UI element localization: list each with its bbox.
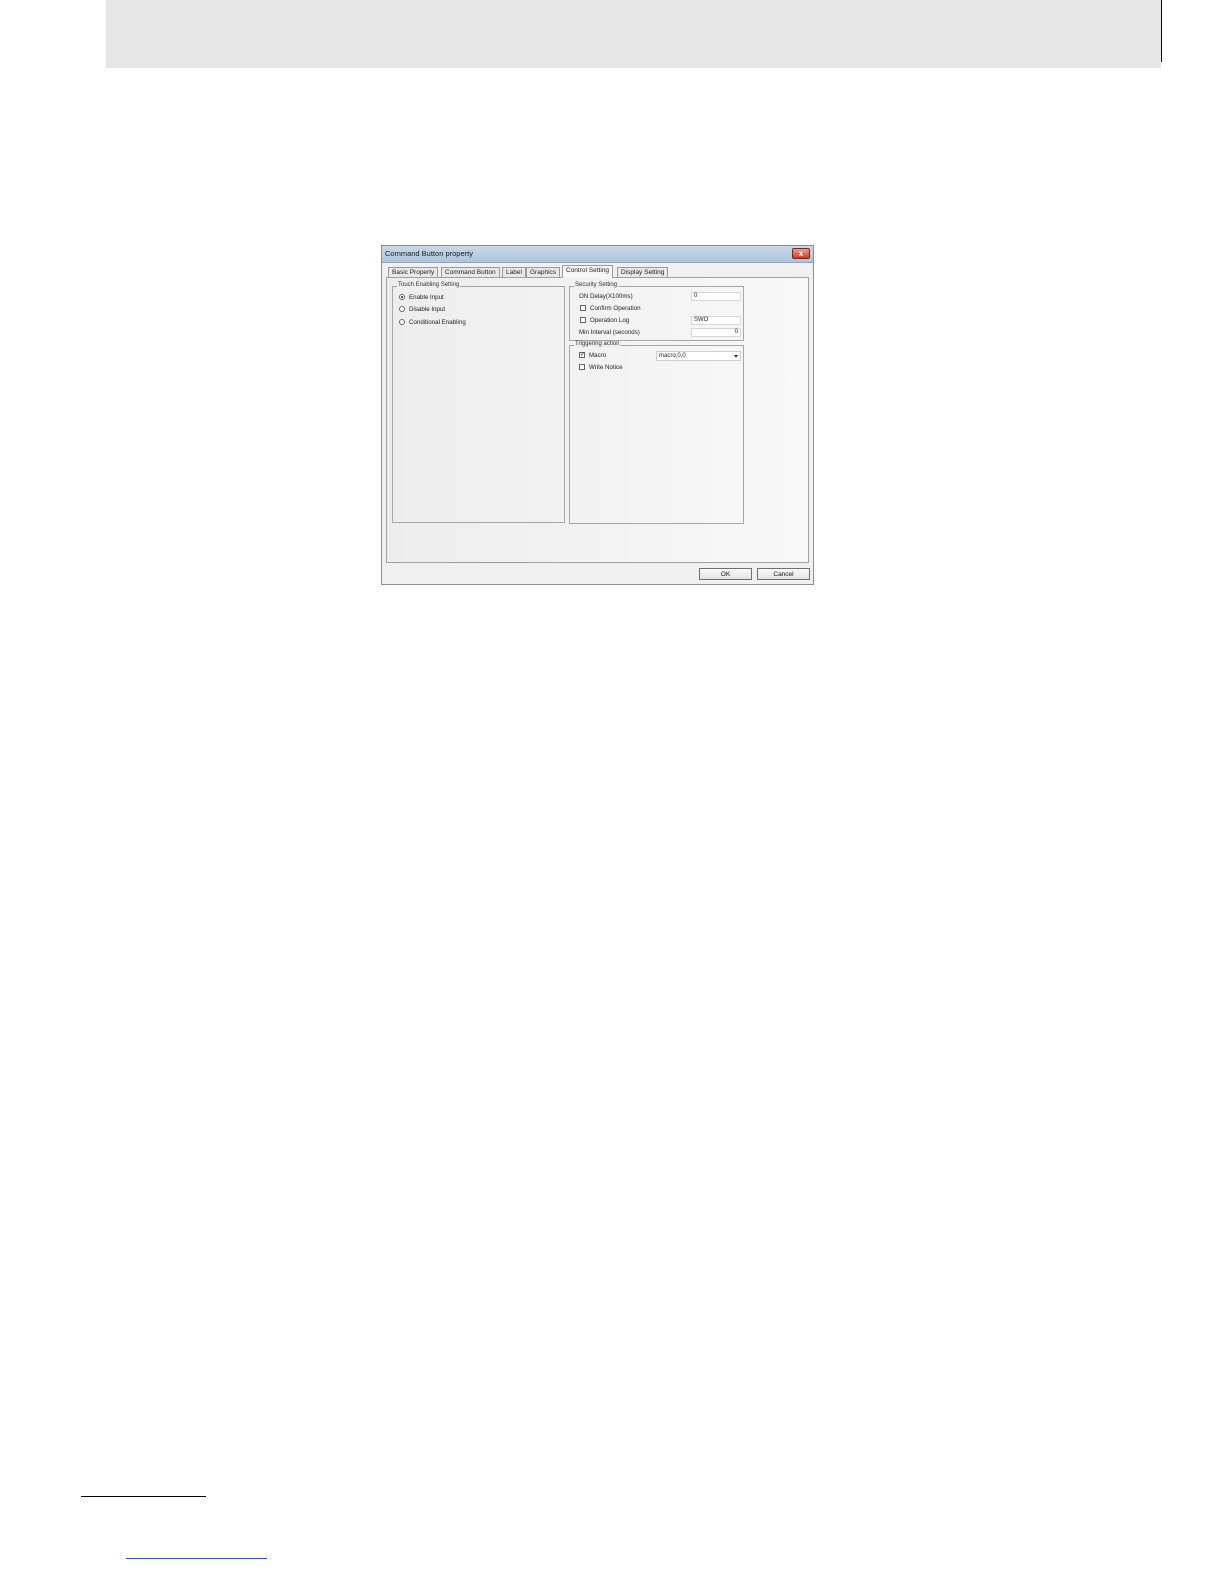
triggering-action-group: Triggering action ✓ Macro macro,0,0 Writ… xyxy=(569,341,744,524)
triggering-action-title: Triggering action xyxy=(574,341,621,347)
radio-label: Disable Input xyxy=(409,306,446,313)
dialog-titlebar[interactable]: Command Button property x xyxy=(382,246,813,263)
macro-label: Macro xyxy=(589,352,607,359)
control-setting-panel: Touch Enabling Setting Enable Input Disa… xyxy=(386,277,809,563)
command-button-property-dialog: Command Button property x Basic Property… xyxy=(381,245,814,585)
checkbox-unchecked-icon xyxy=(579,364,585,370)
tab-control-setting[interactable]: Control Setting xyxy=(562,265,613,278)
on-delay-label: ON Delay(X100ms) xyxy=(579,293,633,300)
macro-select[interactable]: macro,0,0 xyxy=(656,351,741,361)
radio-unselected-icon xyxy=(399,306,405,312)
chevron-down-icon xyxy=(734,355,738,358)
security-setting-group: Security Setting ON Delay(X100ms) 0 Conf… xyxy=(569,282,744,341)
macro-select-value: macro,0,0 xyxy=(659,353,686,359)
checkbox-unchecked-icon xyxy=(580,317,586,323)
footer-rule xyxy=(81,1496,206,1497)
touch-enabling-title: Touch Enabling Setting xyxy=(397,282,461,288)
close-icon: x xyxy=(798,249,804,258)
touch-enabling-group: Touch Enabling Setting Enable Input Disa… xyxy=(392,282,565,523)
ok-button[interactable]: OK xyxy=(699,568,752,580)
radio-selected-icon xyxy=(399,294,405,300)
footer-link-underline xyxy=(126,1558,267,1559)
security-setting-title: Security Setting xyxy=(574,282,619,288)
operation-log-label: Operation Log xyxy=(590,317,630,324)
on-delay-input[interactable]: 0 xyxy=(691,292,741,301)
page-header-band xyxy=(106,0,1161,68)
write-notice-label: Write Notice xyxy=(589,364,623,371)
close-button[interactable]: x xyxy=(792,248,810,259)
min-interval-input[interactable]: 0 xyxy=(691,328,741,337)
radio-label: Enable Input xyxy=(409,294,444,301)
min-interval-label: Min Interval (seconds) xyxy=(579,329,640,336)
header-vertical-rule xyxy=(1161,0,1162,62)
cancel-button[interactable]: Cancel xyxy=(757,568,810,580)
radio-label: Conditional Enabling xyxy=(409,319,466,326)
confirm-operation-label: Confirm Operation xyxy=(590,305,641,312)
radio-unselected-icon xyxy=(399,319,405,325)
dialog-title: Command Button property xyxy=(385,249,473,258)
operation-log-input[interactable]: SWO xyxy=(691,316,741,325)
checkbox-checked-icon: ✓ xyxy=(579,352,586,358)
checkbox-unchecked-icon xyxy=(580,305,586,311)
